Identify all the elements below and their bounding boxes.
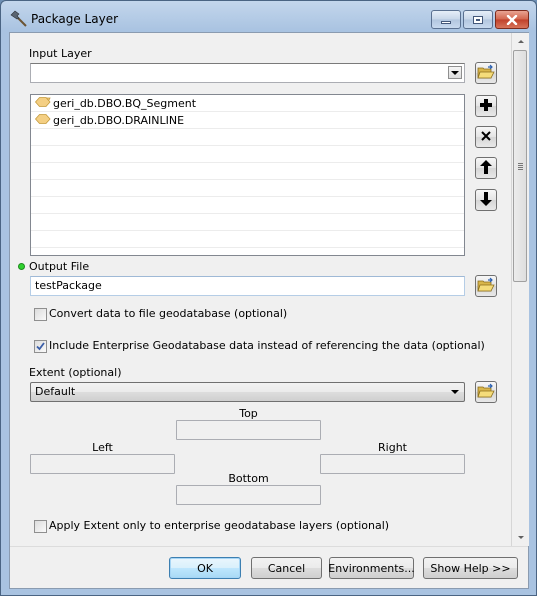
list-item-empty <box>31 180 464 197</box>
remove-layer-button[interactable] <box>475 126 497 148</box>
extent-selected-value: Default <box>35 385 76 398</box>
environments-button[interactable]: Environments... <box>328 557 415 579</box>
minimize-icon <box>441 21 451 24</box>
extent-top-input[interactable] <box>176 420 321 440</box>
extent-dropdown[interactable]: Default <box>30 382 465 402</box>
extent-bottom-label: Bottom <box>228 472 269 485</box>
title-bar[interactable]: Package Layer <box>1 1 536 33</box>
arrow-up-icon <box>480 159 492 177</box>
folder-open-icon <box>477 383 495 402</box>
dialog-body: Input Layer geri_db.DBO.BQ_Segment geri_… <box>9 32 529 589</box>
cancel-button[interactable]: Cancel <box>251 557 322 579</box>
grip-icon <box>518 163 523 171</box>
list-item-empty <box>31 163 464 180</box>
extent-right-input[interactable] <box>320 454 465 474</box>
extent-right-label: Right <box>378 441 407 454</box>
list-item-empty <box>31 214 464 231</box>
input-layer-browse-button[interactable] <box>475 62 497 84</box>
arrow-down-icon <box>480 191 492 209</box>
apply-extent-only-label: Apply Extent only to enterprise geodatab… <box>49 519 390 532</box>
list-item-empty <box>31 129 464 146</box>
apply-extent-only-checkbox[interactable] <box>34 520 47 533</box>
input-layers-list[interactable]: geri_db.DBO.BQ_Segment geri_db.DBO.DRAIN… <box>30 94 465 256</box>
minimize-button[interactable] <box>431 10 461 29</box>
output-file-browse-button[interactable] <box>475 275 497 297</box>
output-file-label: Output File <box>29 260 90 273</box>
output-file-input[interactable]: testPackage <box>30 276 465 296</box>
list-item-empty <box>31 231 464 248</box>
package-layer-dialog: Package Layer Input Layer geri_db.DBO.BQ… <box>0 0 537 596</box>
chevron-down-icon <box>451 390 459 394</box>
output-file-value: testPackage <box>35 279 102 292</box>
feature-layer-icon <box>34 113 51 127</box>
convert-to-fgdb-label: Convert data to file geodatabase (option… <box>49 307 288 320</box>
maximize-button[interactable] <box>463 10 493 29</box>
chevron-up-icon <box>517 40 524 43</box>
include-enterprise-checkbox[interactable] <box>34 340 47 353</box>
extent-left-input[interactable] <box>30 454 175 474</box>
input-layer-dropdown-arrow[interactable] <box>448 66 462 79</box>
extent-browse-button[interactable] <box>475 381 497 403</box>
plus-icon <box>479 98 493 115</box>
ok-button[interactable]: OK <box>169 557 241 579</box>
close-button[interactable] <box>495 10 529 29</box>
input-layer-combobox[interactable] <box>30 63 465 83</box>
hammer-icon <box>10 10 27 27</box>
x-icon <box>480 130 492 145</box>
layer-name: geri_db.DBO.DRAINLINE <box>53 113 185 127</box>
convert-to-fgdb-checkbox[interactable] <box>34 308 47 321</box>
extent-left-label: Left <box>92 441 113 454</box>
extent-top-label: Top <box>239 407 258 420</box>
vertical-scrollbar[interactable] <box>512 33 529 546</box>
list-item-empty <box>31 146 464 163</box>
scroll-down-button[interactable] <box>512 529 529 546</box>
add-layer-button[interactable] <box>475 95 497 117</box>
close-icon <box>496 11 528 28</box>
chevron-down-icon <box>517 536 524 539</box>
folder-open-icon <box>477 277 495 296</box>
window-title: Package Layer <box>31 12 119 26</box>
folder-open-icon <box>477 64 495 83</box>
move-up-button[interactable] <box>475 157 497 179</box>
list-item[interactable]: geri_db.DBO.DRAINLINE <box>31 112 464 129</box>
show-help-button[interactable]: Show Help >> <box>423 557 518 579</box>
scrollbar-thumb[interactable] <box>513 50 527 282</box>
extent-label: Extent (optional) <box>29 366 122 379</box>
required-indicator-icon <box>18 263 25 270</box>
input-layer-label: Input Layer <box>29 47 92 60</box>
maximize-icon <box>473 15 483 24</box>
layer-name: geri_db.DBO.BQ_Segment <box>53 96 197 110</box>
parameters-panel: Input Layer geri_db.DBO.BQ_Segment geri_… <box>10 33 512 546</box>
feature-layer-icon <box>34 96 51 110</box>
move-down-button[interactable] <box>475 189 497 211</box>
extent-bottom-input[interactable] <box>176 485 321 505</box>
scroll-up-button[interactable] <box>512 33 529 50</box>
list-item[interactable]: geri_db.DBO.BQ_Segment <box>31 95 464 112</box>
list-item-empty <box>31 197 464 214</box>
checkmark-icon <box>36 342 45 351</box>
include-enterprise-label: Include Enterprise Geodatabase data inst… <box>49 339 485 352</box>
chevron-down-icon <box>451 70 459 75</box>
dialog-footer: OK Cancel Environments... Show Help >> <box>10 546 528 588</box>
